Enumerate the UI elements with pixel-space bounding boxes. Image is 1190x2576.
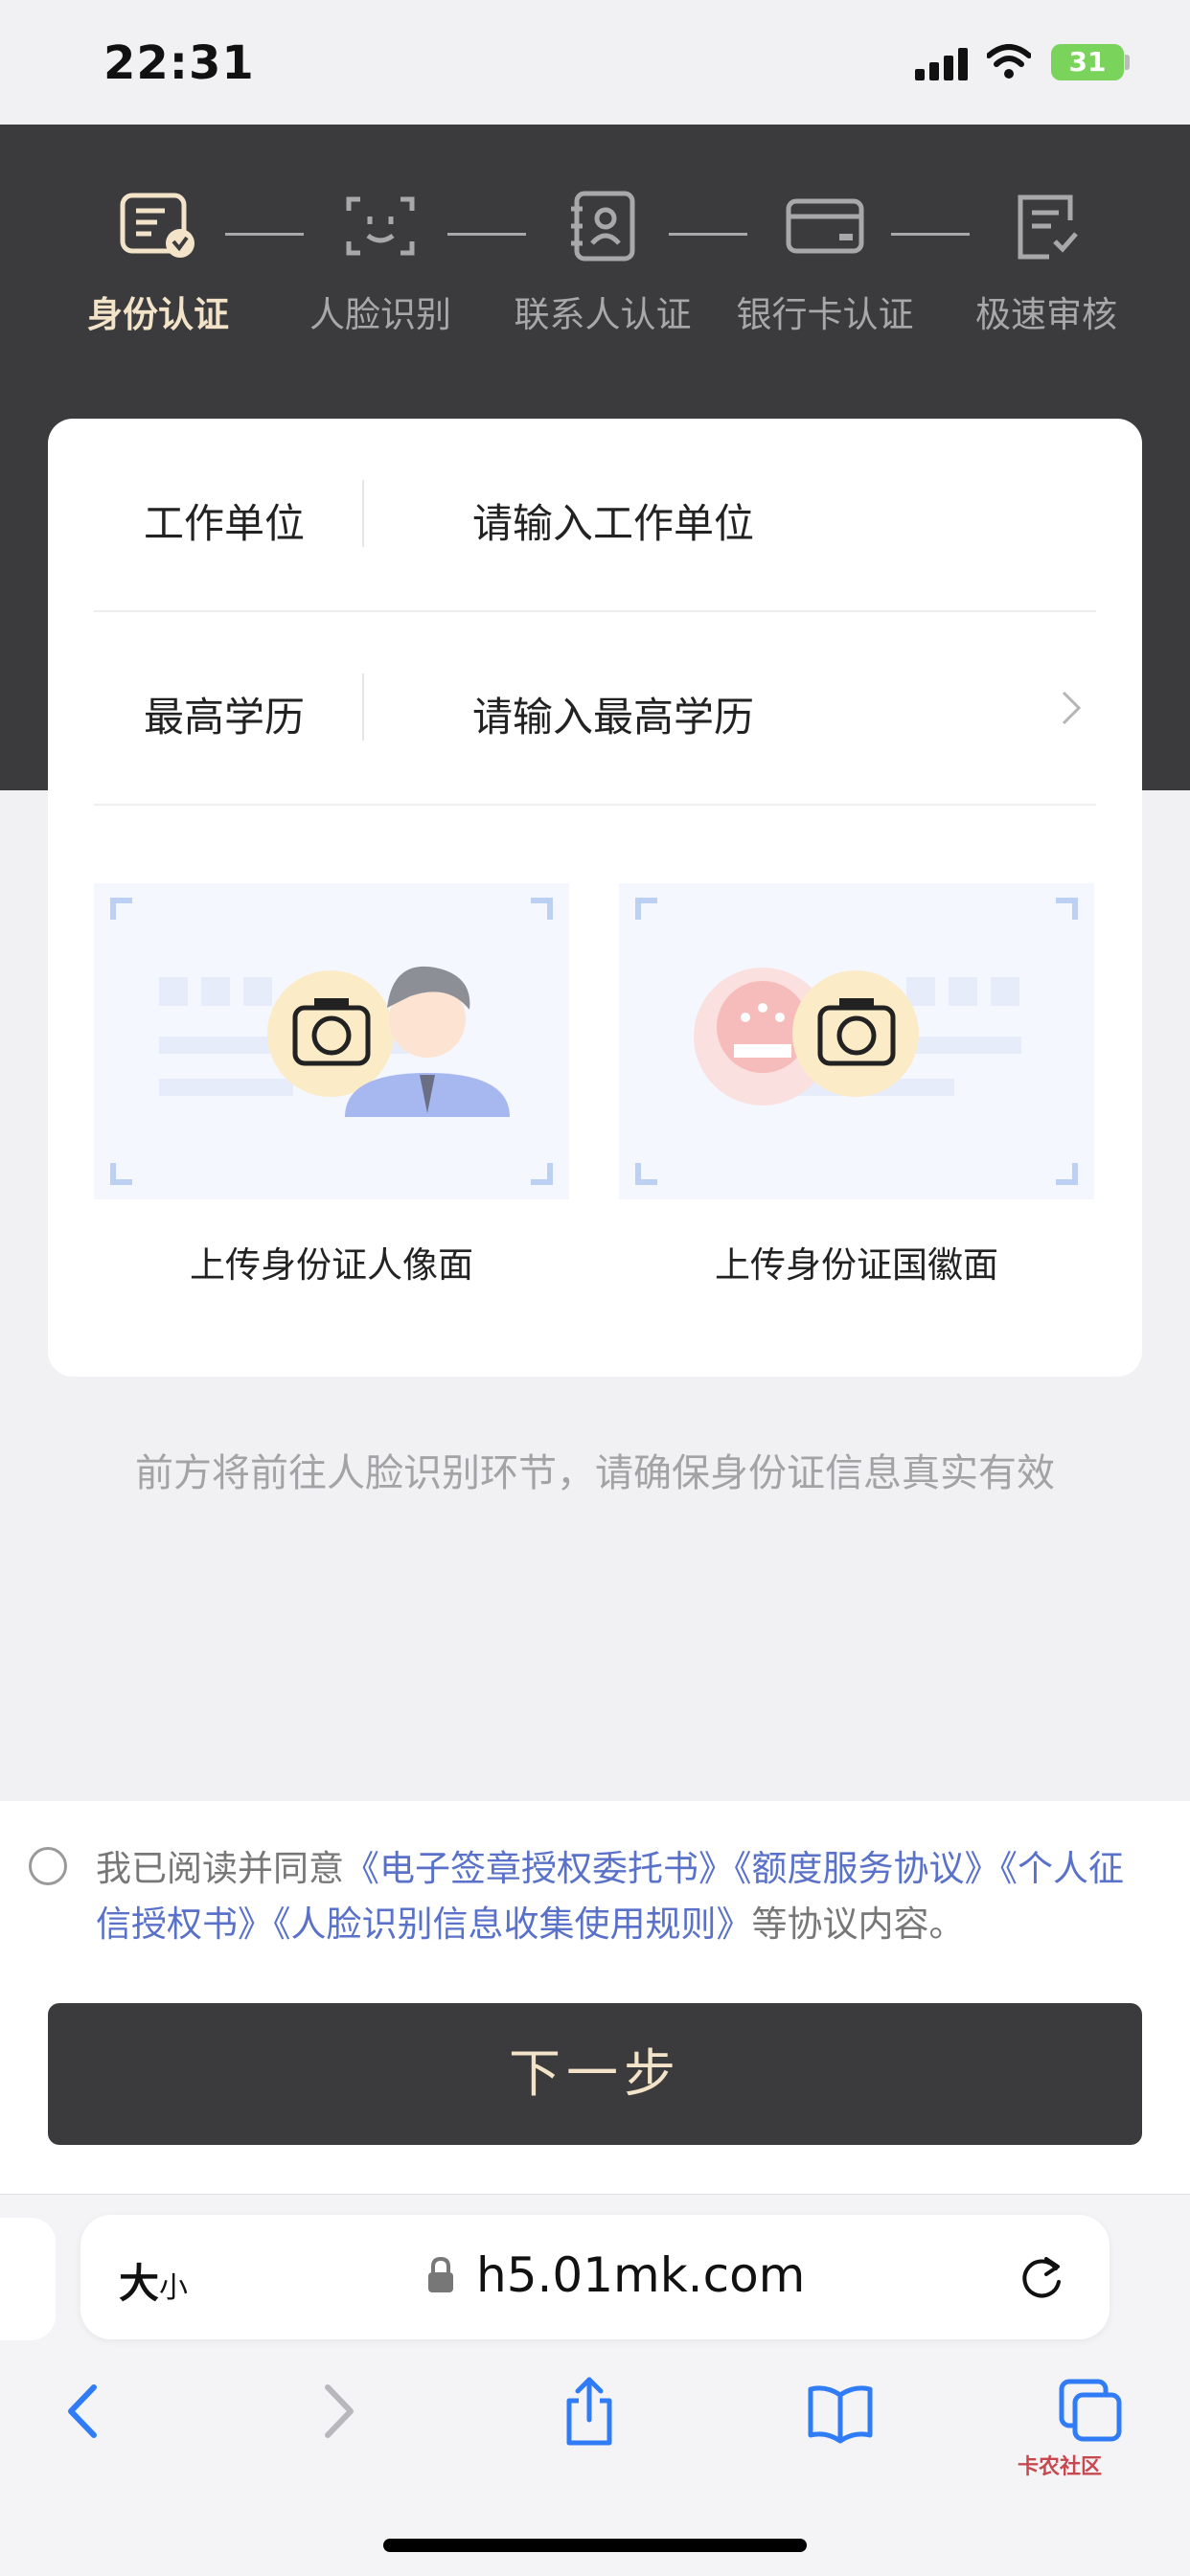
next-step-button[interactable]: 下一步 [48,2003,1142,2145]
notice-text: 前方将前往人脸识别环节，请确保身份证信息真实有效 [135,1451,1055,1495]
watermark-logo: 卡农社区 [1018,2455,1103,2479]
work-unit-input[interactable]: 请输入工作单位 [472,491,754,550]
text-size-button[interactable]: 大小 [119,2251,188,2310]
lock-icon [428,2257,453,2292]
upload-id-front[interactable] [94,883,569,1199]
step-label: 身份认证 [87,294,229,335]
field-divider [362,673,364,741]
cellular-signal-icon [915,48,968,80]
previous-tab-peek[interactable] [0,2218,56,2340]
wifi-icon [987,44,1031,79]
step-review: 极速审核 [950,190,1142,337]
tabs-icon[interactable] [1058,2376,1125,2447]
id-card-check-icon [120,193,195,258]
agreement-link-credit-limit[interactable]: 《额度服务协议》 [734,1848,1000,1889]
agree-radio[interactable] [29,1847,67,1885]
bank-card-icon [786,198,864,254]
back-icon[interactable] [50,2376,117,2447]
battery-level: 31 [1068,46,1107,78]
step-identity: 身份认证 [62,190,254,337]
step-label: 人脸识别 [309,294,451,335]
field-label: 最高学历 [144,694,306,741]
text-size-small: 小 [159,2271,189,2305]
step-label: 极速审核 [975,294,1117,335]
bookmarks-icon[interactable] [807,2376,874,2447]
id-portrait-illustration [110,898,553,1185]
agreement-prefix: 我已阅读并同意 [96,1848,344,1889]
step-bank-card: 银行卡认证 [729,190,921,337]
step-label: 银行卡认证 [736,294,914,335]
field-divider [362,480,364,547]
identity-form-card: 工作单位 请输入工作单位 最高学历 请输入最高学历 上传身份证人像面 上传身份证… [48,419,1142,1377]
id-emblem-illustration [635,898,1078,1185]
education-select[interactable]: 请输入最高学历 [472,685,754,743]
review-check-icon [1018,194,1078,260]
step-contacts: 联系人认证 [507,190,698,337]
step-label: 联系人认证 [514,294,692,335]
education-field[interactable]: 最高学历 请输入最高学历 [94,612,1096,806]
reload-icon[interactable] [1018,2251,1065,2303]
forward-icon[interactable] [305,2376,372,2447]
chevron-right-icon [1062,691,1082,725]
home-indicator [383,2539,807,2552]
text-size-big: 大 [119,2260,160,2307]
upload-id-back[interactable] [619,883,1094,1199]
upload-back-caption: 上传身份证国徽面 [715,1244,998,1286]
battery-icon: 31 [1051,44,1124,80]
battery-cap [1125,55,1130,70]
agreement-link-esign[interactable]: 《电子签章授权委托书》 [344,1848,734,1889]
status-time: 22:31 [103,36,255,90]
agreement-suffix: 等协议内容。 [751,1904,965,1945]
field-label: 工作单位 [144,500,306,547]
agreement-link-face-rules[interactable]: 《人脸识别信息收集使用规则》 [273,1904,752,1945]
share-icon[interactable] [556,2376,623,2447]
contact-book-icon [571,191,635,262]
step-face: 人脸识别 [285,190,476,337]
url-text[interactable]: h5.01mk.com [476,2247,805,2303]
work-unit-field[interactable]: 工作单位 请输入工作单位 [94,419,1096,612]
agreement-text: 我已阅读并同意《电子签章授权委托书》《额度服务协议》《个人征信授权书》《人脸识别… [96,1841,1150,1952]
upload-front-caption: 上传身份证人像面 [190,1244,473,1286]
face-scan-icon [346,196,415,256]
